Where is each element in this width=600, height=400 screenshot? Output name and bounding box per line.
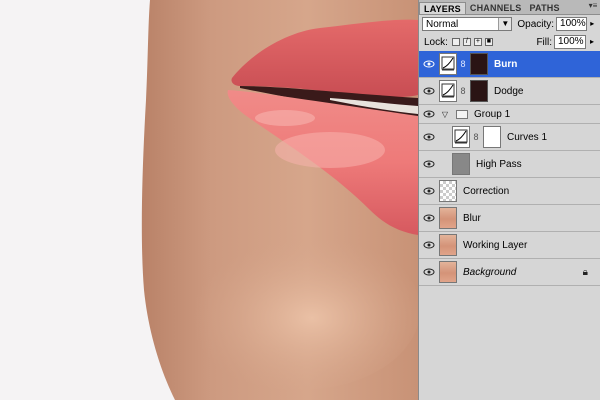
layer-name: Background bbox=[463, 266, 517, 278]
curves-adjustment-icon bbox=[452, 126, 470, 148]
layer-name: Correction bbox=[463, 185, 510, 197]
eye-icon[interactable] bbox=[422, 212, 436, 224]
layer-thumbnail bbox=[439, 180, 457, 202]
curves-adjustment-icon bbox=[439, 53, 457, 75]
lock-all-icon[interactable]: ■ bbox=[484, 38, 493, 46]
layer-thumbnail bbox=[439, 261, 457, 283]
layer-blur[interactable]: Blur bbox=[419, 205, 600, 232]
layers-list: 8 Burn 8 Dodge ▽ Group 1 8 Curves 1 High… bbox=[419, 51, 600, 400]
layer-thumbnail bbox=[452, 153, 470, 175]
layer-group-1[interactable]: ▽ Group 1 bbox=[419, 105, 600, 124]
fill-label: Fill: bbox=[536, 36, 552, 48]
lock-icon: 🔒︎ bbox=[582, 266, 588, 278]
layer-high-pass[interactable]: High Pass bbox=[419, 151, 600, 178]
opacity-input[interactable]: 100% bbox=[556, 17, 587, 31]
layer-burn[interactable]: 8 Burn bbox=[419, 51, 600, 78]
opacity-label: Opacity: bbox=[517, 18, 555, 30]
curves-adjustment-icon bbox=[439, 80, 457, 102]
eye-icon[interactable] bbox=[422, 58, 436, 70]
eye-icon[interactable] bbox=[422, 239, 436, 251]
layer-name: Curves 1 bbox=[507, 131, 548, 143]
photo-canvas[interactable] bbox=[0, 0, 418, 400]
lock-position-icon[interactable]: + bbox=[473, 38, 482, 46]
chevron-down-icon: ▼ bbox=[498, 18, 512, 30]
layer-mask-thumbnail[interactable] bbox=[483, 126, 501, 148]
lock-pixels-icon[interactable]: / bbox=[462, 38, 471, 46]
eye-icon[interactable] bbox=[422, 185, 436, 197]
layer-name: Group 1 bbox=[474, 108, 511, 120]
panel-tabs: LAYERS CHANNELS PATHS ▾≡ bbox=[419, 0, 600, 15]
expand-triangle-icon[interactable]: ▽ bbox=[440, 110, 450, 119]
layer-mask-thumbnail[interactable] bbox=[470, 53, 488, 75]
link-icon: 8 bbox=[460, 86, 466, 96]
link-icon: 8 bbox=[473, 132, 479, 142]
layer-name: Dodge bbox=[494, 85, 524, 97]
layer-working-layer[interactable]: Working Layer bbox=[419, 232, 600, 259]
link-icon: 8 bbox=[460, 59, 466, 69]
eye-icon[interactable] bbox=[422, 266, 436, 278]
layer-curves-1[interactable]: 8 Curves 1 bbox=[419, 124, 600, 151]
fill-slider-arrow-icon[interactable]: ▸ bbox=[587, 36, 597, 48]
portrait-image bbox=[0, 0, 418, 400]
eye-icon[interactable] bbox=[422, 131, 436, 143]
lock-label: Lock: bbox=[424, 36, 448, 48]
eye-icon[interactable] bbox=[422, 108, 436, 120]
folder-icon bbox=[456, 109, 468, 119]
layer-thumbnail bbox=[439, 234, 457, 256]
blend-mode-value: Normal bbox=[426, 18, 459, 30]
layer-name: Working Layer bbox=[463, 239, 528, 251]
eye-icon[interactable] bbox=[422, 158, 436, 170]
layer-correction[interactable]: Correction bbox=[419, 178, 600, 205]
layer-dodge[interactable]: 8 Dodge bbox=[419, 78, 600, 105]
blend-mode-select[interactable]: Normal ▼ bbox=[422, 17, 513, 31]
panel-menu-icon[interactable]: ▾≡ bbox=[586, 1, 600, 14]
layer-name: Burn bbox=[494, 58, 518, 70]
fill-input[interactable]: 100% bbox=[554, 35, 586, 49]
eye-icon[interactable] bbox=[422, 85, 436, 97]
layer-name: High Pass bbox=[476, 158, 522, 170]
layer-mask-thumbnail[interactable] bbox=[470, 80, 488, 102]
layer-name: Blur bbox=[463, 212, 481, 224]
lock-transparency-icon[interactable] bbox=[451, 38, 460, 46]
lock-options: / + ■ bbox=[451, 38, 493, 46]
opacity-slider-arrow-icon[interactable]: ▸ bbox=[588, 18, 597, 30]
layer-background[interactable]: Background 🔒︎ bbox=[419, 259, 600, 286]
tab-layers[interactable]: LAYERS bbox=[419, 2, 466, 14]
layers-panel: LAYERS CHANNELS PATHS ▾≡ Normal ▼ Opacit… bbox=[418, 0, 600, 400]
tab-channels[interactable]: CHANNELS bbox=[466, 2, 526, 14]
layer-thumbnail bbox=[439, 207, 457, 229]
tab-paths[interactable]: PATHS bbox=[526, 2, 564, 14]
